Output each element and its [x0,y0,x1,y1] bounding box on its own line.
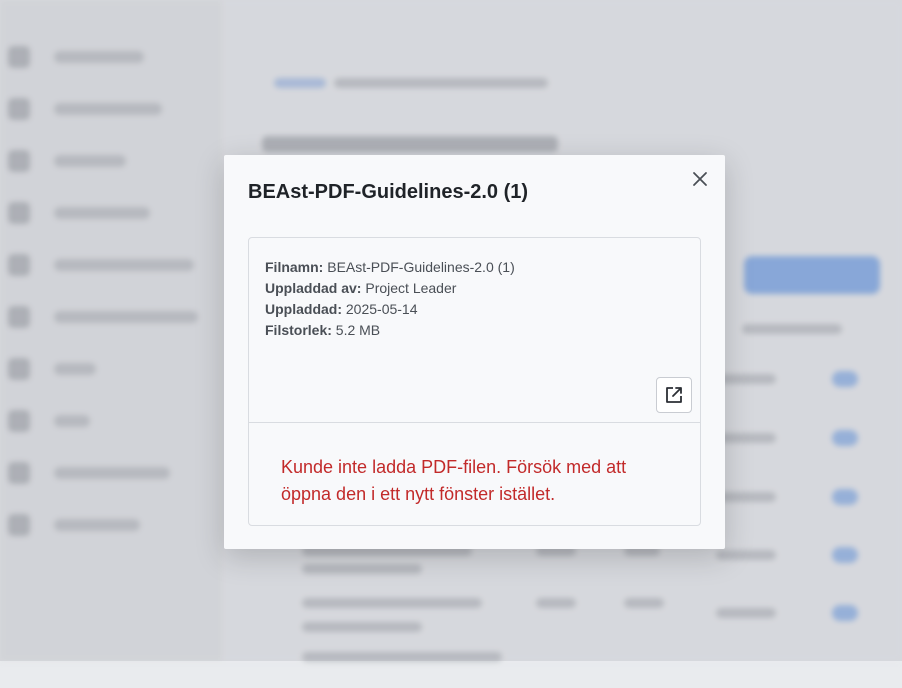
divider [249,422,700,423]
filename-label: Filnamn: [265,259,324,275]
close-icon [693,172,707,186]
error-message: Kunde inte ladda PDF-filen. Försök med a… [281,457,627,504]
pdf-preview-modal: BEAst-PDF-Guidelines-2.0 (1) Filnamn: BE… [224,155,725,549]
file-size-row: Filstorlek: 5.2 MB [265,320,515,341]
uploaded-by-label: Uppladdad av: [265,280,362,296]
open-in-new-window-button[interactable] [656,377,692,413]
uploaded-date-value: 2025-05-14 [345,301,418,317]
file-size-value: 5.2 MB [335,322,381,338]
close-button[interactable] [688,167,712,191]
uploaded-date-row: Uppladdad: 2025-05-14 [265,299,515,320]
modal-title: BEAst-PDF-Guidelines-2.0 (1) [248,181,529,203]
uploaded-by-row: Uppladdad av: Project Leader [265,278,515,299]
uploaded-by-value: Project Leader [365,280,457,296]
external-link-icon [666,387,682,403]
filename-value: BEAst-PDF-Guidelines-2.0 (1) [327,259,515,275]
filename-row: Filnamn: BEAst-PDF-Guidelines-2.0 (1) [265,257,515,278]
pdf-viewer-card: Filnamn: BEAst-PDF-Guidelines-2.0 (1) Up… [248,237,701,526]
file-info: Filnamn: BEAst-PDF-Guidelines-2.0 (1) Up… [265,257,515,341]
uploaded-date-label: Uppladdad: [265,301,342,317]
file-size-label: Filstorlek: [265,322,332,338]
